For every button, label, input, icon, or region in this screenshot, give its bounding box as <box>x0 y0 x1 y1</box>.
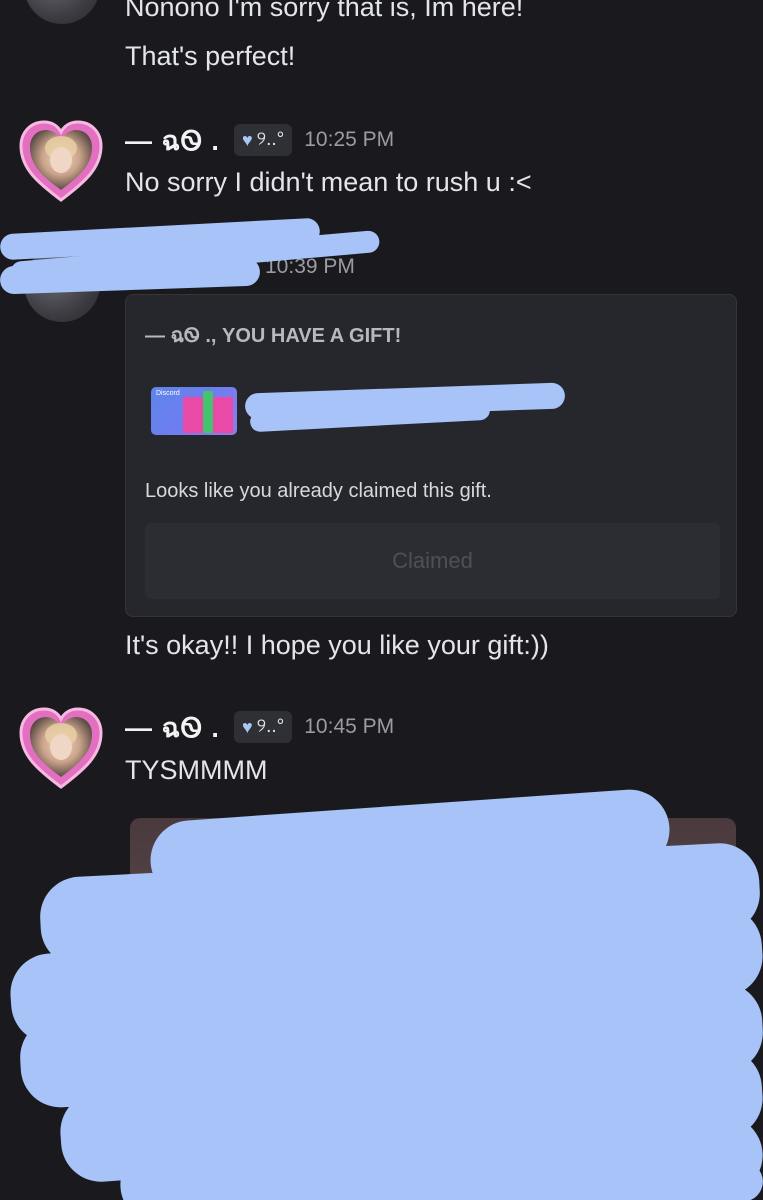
timestamp: 10:25 PM <box>304 128 395 151</box>
gift-icon: Discord <box>151 387 237 435</box>
avatar-heart-frame[interactable] <box>17 703 105 791</box>
message-header-2: 10:39 PM <box>125 247 355 287</box>
gift-heading: — ฉᏫ ., YOU HAVE A GIFT! <box>145 325 402 347</box>
username[interactable]: — ฉᏫ . <box>125 119 220 162</box>
tag-text: ୨..° <box>256 129 285 150</box>
gift-embed: — ฉᏫ ., YOU HAVE A GIFT! Discord Looks l… <box>125 294 737 617</box>
user-tag-badge[interactable]: ♥ ୨..° <box>233 711 293 743</box>
tag-text: ୨..° <box>256 716 285 737</box>
username[interactable]: — ฉᏫ . <box>125 706 220 749</box>
claimed-button[interactable]: Claimed <box>145 523 720 599</box>
heart-frame-icon <box>19 707 103 789</box>
message-text-top-2: That's perfect! <box>125 41 296 71</box>
avatar-redacted[interactable] <box>24 246 100 322</box>
avatar-heart-frame[interactable] <box>17 116 105 204</box>
message-header-1: — ฉᏫ . ♥ ୨..° 10:25 PM <box>125 120 394 160</box>
message-text-3: TYSMMMM <box>125 755 268 785</box>
message-text-1: No sorry I didn't mean to rush u :< <box>125 167 532 197</box>
avatar-top[interactable] <box>24 0 100 24</box>
message-text-2: It's okay!! I hope you like your gift:)) <box>125 630 549 660</box>
timestamp: 10:45 PM <box>304 715 395 738</box>
gift-thumb-label: Discord <box>156 390 180 397</box>
heart-icon: ♥ <box>241 129 253 150</box>
image-attachment[interactable] <box>130 818 736 1200</box>
heart-icon: ♥ <box>241 716 253 737</box>
message-header-3: — ฉᏫ . ♥ ୨..° 10:45 PM <box>125 707 394 747</box>
user-tag-badge[interactable]: ♥ ୨..° <box>233 124 293 156</box>
gift-claimed-note: Looks like you already claimed this gift… <box>145 480 492 502</box>
message-text-top-1: Nonono I'm sorry that is, Im here! <box>125 0 524 22</box>
heart-frame-icon <box>19 120 103 202</box>
timestamp: 10:39 PM <box>265 255 355 278</box>
